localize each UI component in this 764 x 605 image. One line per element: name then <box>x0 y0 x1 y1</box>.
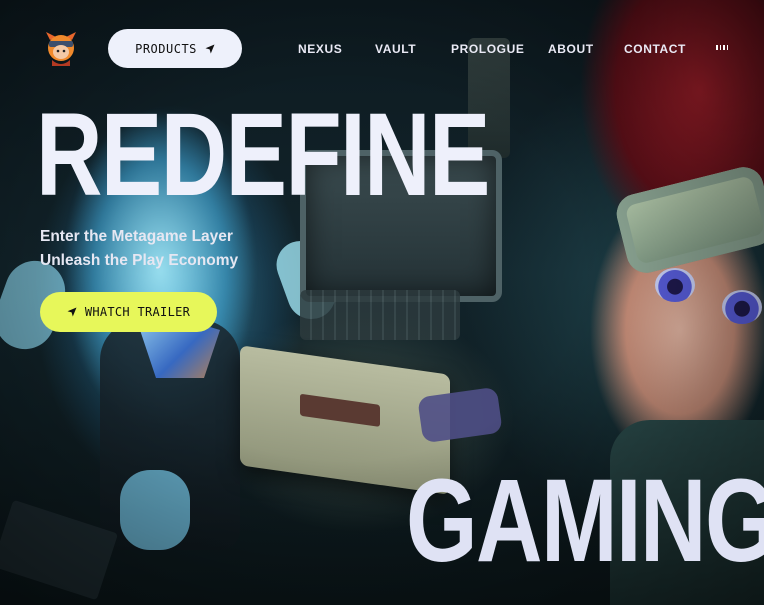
character-eye-illustration <box>655 268 695 302</box>
hero-title-bottom: GAMING <box>406 455 764 587</box>
tagline-line-2: Unleash the Play Economy <box>40 252 239 269</box>
watch-trailer-button[interactable]: WHATCH TRAILER <box>40 292 217 332</box>
character-eye-illustration <box>722 290 762 324</box>
hero-tagline: Enter the Metagame Layer Unleash the Pla… <box>40 225 238 273</box>
nav-item-about[interactable]: ABOUT <box>548 42 594 56</box>
nav-item-prologue[interactable]: PROLOGUE <box>451 42 524 56</box>
nav-item-vault[interactable]: VAULT <box>375 42 416 56</box>
location-arrow-icon <box>205 44 215 53</box>
ghost-leg-illustration <box>120 470 190 550</box>
watch-trailer-label: WHATCH TRAILER <box>84 305 191 319</box>
hero-section: PRODUCTS NEXUS VAULT PROLOGUE ABOUT CONT… <box>0 0 764 605</box>
audio-bars-icon[interactable] <box>716 45 728 50</box>
tagline-line-1: Enter the Metagame Layer <box>40 228 233 245</box>
nav-item-nexus[interactable]: NEXUS <box>298 42 342 56</box>
keyboard-illustration <box>300 290 460 340</box>
products-label: PRODUCTS <box>135 41 197 56</box>
nav-item-contact[interactable]: CONTACT <box>624 42 686 56</box>
products-button[interactable]: PRODUCTS <box>108 29 242 68</box>
controller-illustration <box>417 386 503 444</box>
ninja-avatar-logo-icon[interactable] <box>44 30 78 66</box>
hero-title-top: REDEFINE <box>36 89 490 221</box>
location-arrow-icon <box>67 307 77 317</box>
